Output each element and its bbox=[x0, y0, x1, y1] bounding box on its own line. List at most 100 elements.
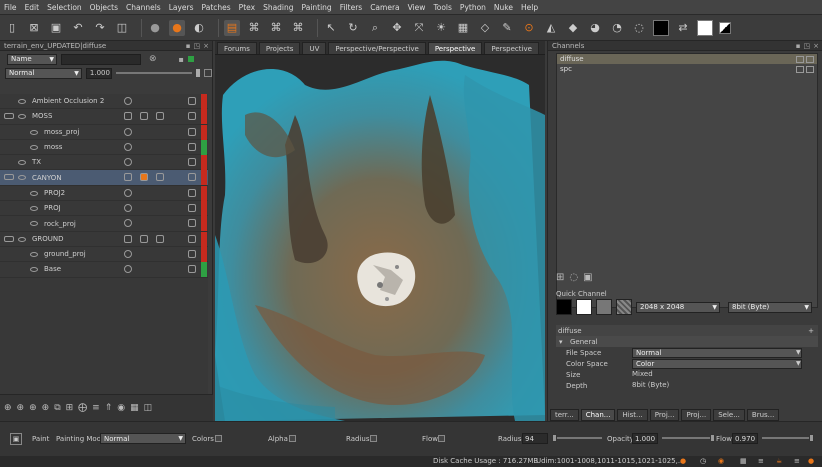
visibility-eye-icon[interactable] bbox=[18, 99, 26, 104]
layer-row[interactable]: ground_proj bbox=[0, 246, 208, 263]
reset-colors-icon[interactable] bbox=[719, 21, 731, 34]
layer-settings-icon[interactable] bbox=[124, 127, 132, 136]
layer-lock-icon[interactable] bbox=[188, 173, 196, 182]
target-tool-icon[interactable]: ⊙ bbox=[521, 20, 537, 36]
checker-swatch[interactable] bbox=[616, 299, 632, 315]
group-mask-icon[interactable] bbox=[140, 173, 148, 182]
merge-layer-icon[interactable]: ⊞ bbox=[66, 403, 74, 413]
viewport-tab[interactable]: Perspective bbox=[484, 42, 539, 54]
layer-settings-icon[interactable] bbox=[124, 142, 132, 151]
visibility-eye-icon[interactable] bbox=[30, 251, 38, 257]
radius-slider[interactable] bbox=[552, 437, 602, 439]
menu-file[interactable]: File bbox=[4, 3, 17, 12]
status-bulb-icon[interactable]: ● bbox=[808, 457, 814, 465]
layer-lock-icon[interactable] bbox=[188, 265, 196, 274]
group-blend-icon[interactable] bbox=[124, 173, 132, 182]
status-clock-icon[interactable]: ◷ bbox=[700, 457, 706, 465]
layer-lock-icon[interactable] bbox=[188, 219, 196, 228]
menu-nuke[interactable]: Nuke bbox=[494, 3, 513, 12]
light-tool-icon[interactable]: ☀ bbox=[433, 20, 449, 36]
menu-painting[interactable]: Painting bbox=[302, 3, 332, 12]
layer-lock-icon[interactable] bbox=[188, 142, 196, 151]
group-mask-icon[interactable] bbox=[140, 234, 148, 243]
white-swatch[interactable] bbox=[576, 299, 592, 315]
panel-tab[interactable]: terr... bbox=[550, 409, 579, 421]
add-property-icon[interactable]: + bbox=[808, 327, 814, 335]
brush-icon[interactable]: ◆ bbox=[565, 20, 581, 36]
opacity-slider-knob[interactable] bbox=[710, 434, 715, 442]
layer-row[interactable]: TX bbox=[0, 155, 208, 171]
flow-slider[interactable] bbox=[762, 437, 812, 439]
layer-row[interactable]: PROJ2 bbox=[0, 185, 208, 202]
opacity-field[interactable]: 1.000 bbox=[632, 433, 658, 444]
add-adjustment-layer-icon[interactable]: ⊕ bbox=[17, 403, 25, 413]
grid-tool-icon[interactable]: ▦ bbox=[455, 20, 471, 36]
menu-channels[interactable]: Channels bbox=[126, 3, 161, 12]
undo-icon[interactable]: ↶ bbox=[70, 20, 86, 36]
menu-edit[interactable]: Edit bbox=[25, 3, 40, 12]
channel-row[interactable]: diffuse bbox=[557, 54, 817, 64]
panel-tab[interactable]: Proj... bbox=[649, 409, 680, 421]
transform-tool-icon[interactable]: ⤧ bbox=[411, 20, 427, 36]
panel-tab[interactable]: Proj... bbox=[681, 409, 712, 421]
layer-lock-icon[interactable] bbox=[188, 204, 196, 213]
layer-opacity-slider-knob[interactable] bbox=[196, 69, 201, 77]
group-blend-icon[interactable] bbox=[124, 234, 132, 243]
opacity-slider[interactable] bbox=[662, 437, 712, 439]
patch-tool-icon[interactable]: ◇ bbox=[477, 20, 493, 36]
layer-lock-icon[interactable] bbox=[188, 112, 196, 121]
lock-icon[interactable] bbox=[204, 69, 212, 77]
status-cup-icon[interactable]: ☕ bbox=[776, 457, 782, 465]
layer-lock-icon[interactable] bbox=[188, 188, 196, 197]
layer-settings-icon[interactable] bbox=[124, 219, 132, 228]
panel-pin-icon[interactable]: ▪ bbox=[796, 42, 801, 50]
fill-icon[interactable]: ◕ bbox=[587, 20, 603, 36]
radius-field[interactable]: 94 bbox=[522, 433, 548, 444]
menu-python[interactable]: Python bbox=[460, 3, 486, 12]
colors-checkbox[interactable] bbox=[215, 435, 222, 442]
layer-row[interactable]: moss_proj bbox=[0, 124, 208, 140]
visibility-eye-icon[interactable] bbox=[18, 175, 26, 181]
panel-tab[interactable]: Hist... bbox=[617, 409, 648, 421]
sphere-orange-icon[interactable]: ● bbox=[169, 19, 185, 36]
viewport-3d[interactable] bbox=[215, 55, 545, 421]
channel-lock-icon[interactable] bbox=[806, 55, 814, 63]
projection-tool-icon[interactable]: ⌘ bbox=[246, 20, 262, 36]
layer-settings-icon[interactable] bbox=[124, 97, 132, 105]
depth-select[interactable]: 8bit (Byte) ▼ bbox=[728, 301, 812, 313]
general-section-header[interactable]: ▾ General bbox=[556, 336, 818, 347]
status-stop-icon[interactable]: ● bbox=[680, 457, 686, 465]
channel-preview-icon[interactable] bbox=[796, 55, 804, 63]
layer-row[interactable]: Ambient Occlusion 2 bbox=[0, 94, 208, 110]
swap-colors-icon[interactable]: ⇄ bbox=[675, 20, 691, 36]
visibility-eye-icon[interactable] bbox=[30, 221, 38, 227]
layer-row[interactable]: rock_proj bbox=[0, 216, 208, 232]
visibility-eye-icon[interactable] bbox=[18, 114, 26, 120]
refresh-channel-icon[interactable]: ◌ bbox=[569, 272, 578, 283]
viewport-tab[interactable]: Perspective bbox=[427, 42, 483, 54]
clone-tool-icon[interactable]: ⌘ bbox=[268, 20, 284, 36]
add-mask-icon[interactable]: ⊕ bbox=[42, 403, 50, 413]
blend-mode-select[interactable]: Normal ▼ bbox=[5, 67, 82, 79]
layer-menu-icon[interactable]: ◫ bbox=[144, 403, 153, 413]
layer-row[interactable]: GROUND bbox=[0, 231, 208, 247]
save-icon[interactable]: ▣ bbox=[48, 20, 64, 36]
menu-camera[interactable]: Camera bbox=[370, 3, 399, 12]
zoom-tool-icon[interactable]: ⌕ bbox=[367, 20, 383, 36]
redo-icon[interactable]: ↷ bbox=[92, 20, 108, 36]
delete-layer-icon[interactable]: ▦ bbox=[130, 403, 139, 413]
move-tool-icon[interactable]: ✥ bbox=[389, 20, 405, 36]
menu-layers[interactable]: Layers bbox=[169, 3, 194, 12]
visibility-eye-icon[interactable] bbox=[18, 236, 26, 242]
color-white-swatch[interactable] bbox=[697, 19, 713, 36]
panel-float-icon[interactable]: ◳ bbox=[194, 42, 201, 50]
layer-row[interactable]: MOSS bbox=[0, 109, 208, 125]
group-folder-icon[interactable] bbox=[4, 235, 14, 242]
flow-field[interactable]: 0.970 bbox=[732, 433, 758, 444]
menu-tools[interactable]: Tools bbox=[433, 3, 451, 12]
move-up-icon[interactable]: ⇑ bbox=[105, 403, 113, 413]
resolution-select[interactable]: 2048 x 2048 ▼ bbox=[636, 301, 720, 313]
menu-help[interactable]: Help bbox=[521, 3, 538, 12]
layers-icon[interactable]: ◫ bbox=[114, 20, 130, 36]
visibility-eye-icon[interactable] bbox=[30, 206, 38, 212]
